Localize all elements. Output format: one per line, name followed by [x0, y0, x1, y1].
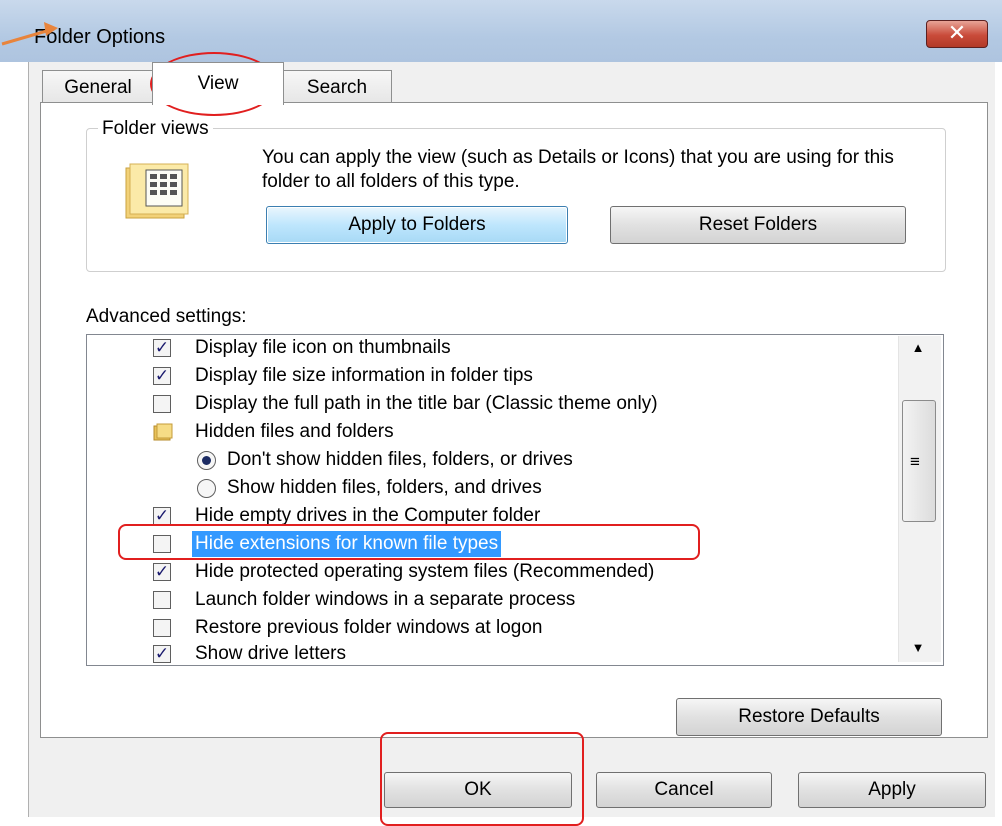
restore-defaults-button[interactable]: Restore Defaults	[676, 698, 942, 736]
folder-view-icon	[125, 163, 189, 219]
advanced-settings-list: ✓ Display file icon on thumbnails ✓ Disp…	[86, 334, 944, 666]
list-item-label: Show hidden files, folders, and drives	[227, 477, 542, 498]
radio-selected-icon[interactable]	[197, 451, 216, 470]
list-item-label: Don't show hidden files, folders, or dri…	[227, 449, 573, 470]
checkbox-checked-icon[interactable]: ✓	[153, 507, 171, 525]
radio-unselected-icon[interactable]	[197, 479, 216, 498]
close-button[interactable]: ✕	[926, 20, 988, 48]
scroll-up-arrow-icon[interactable]: ▲	[908, 340, 928, 355]
scroll-down-arrow-icon[interactable]: ▼	[908, 640, 928, 655]
checkbox-unchecked-icon[interactable]	[153, 619, 171, 637]
checkbox-unchecked-icon[interactable]	[153, 591, 171, 609]
list-item-label: Hidden files and folders	[195, 421, 394, 442]
advanced-settings-label: Advanced settings:	[86, 306, 247, 327]
list-item-label: Hide protected operating system files (R…	[195, 561, 655, 582]
tab-view[interactable]: View	[152, 62, 284, 105]
close-icon: ✕	[947, 20, 967, 45]
apply-to-folders-button[interactable]: Apply to Folders	[266, 206, 568, 244]
annotation-box-ok-button	[380, 732, 584, 826]
reset-folders-button[interactable]: Reset Folders	[610, 206, 906, 244]
list-item-label: Display file icon on thumbnails	[195, 337, 451, 358]
checkbox-checked-icon[interactable]: ✓	[153, 339, 171, 357]
list-item-label: Display the full path in the title bar (…	[195, 393, 658, 414]
annotation-arrow	[1, 22, 58, 46]
folder-icon	[153, 423, 173, 441]
list-item-label: Display file size information in folder …	[195, 365, 533, 386]
checkbox-checked-icon[interactable]: ✓	[153, 645, 171, 663]
tab-general[interactable]: General	[42, 70, 154, 103]
list-item-label: Restore previous folder windows at logon	[195, 617, 543, 638]
tab-view-label: View	[197, 73, 239, 94]
checkbox-unchecked-icon[interactable]	[153, 395, 171, 413]
tab-search[interactable]: Search	[282, 70, 392, 103]
folder-views-description: You can apply the view (such as Details …	[262, 147, 894, 192]
cancel-button[interactable]: Cancel	[596, 772, 772, 808]
tab-search-label: Search	[306, 77, 368, 98]
checkbox-checked-icon[interactable]: ✓	[153, 367, 171, 385]
folder-views-label: Folder views	[98, 118, 213, 140]
annotation-box-hide-extensions	[118, 524, 700, 560]
scrollbar-grip-icon: ≡	[910, 452, 920, 471]
apply-button[interactable]: Apply	[798, 772, 986, 808]
checkbox-checked-icon[interactable]: ✓	[153, 563, 171, 581]
list-item-label: Show drive letters	[195, 643, 347, 664]
list-item-label: Launch folder windows in a separate proc…	[195, 589, 576, 610]
tab-general-label: General	[64, 77, 132, 98]
